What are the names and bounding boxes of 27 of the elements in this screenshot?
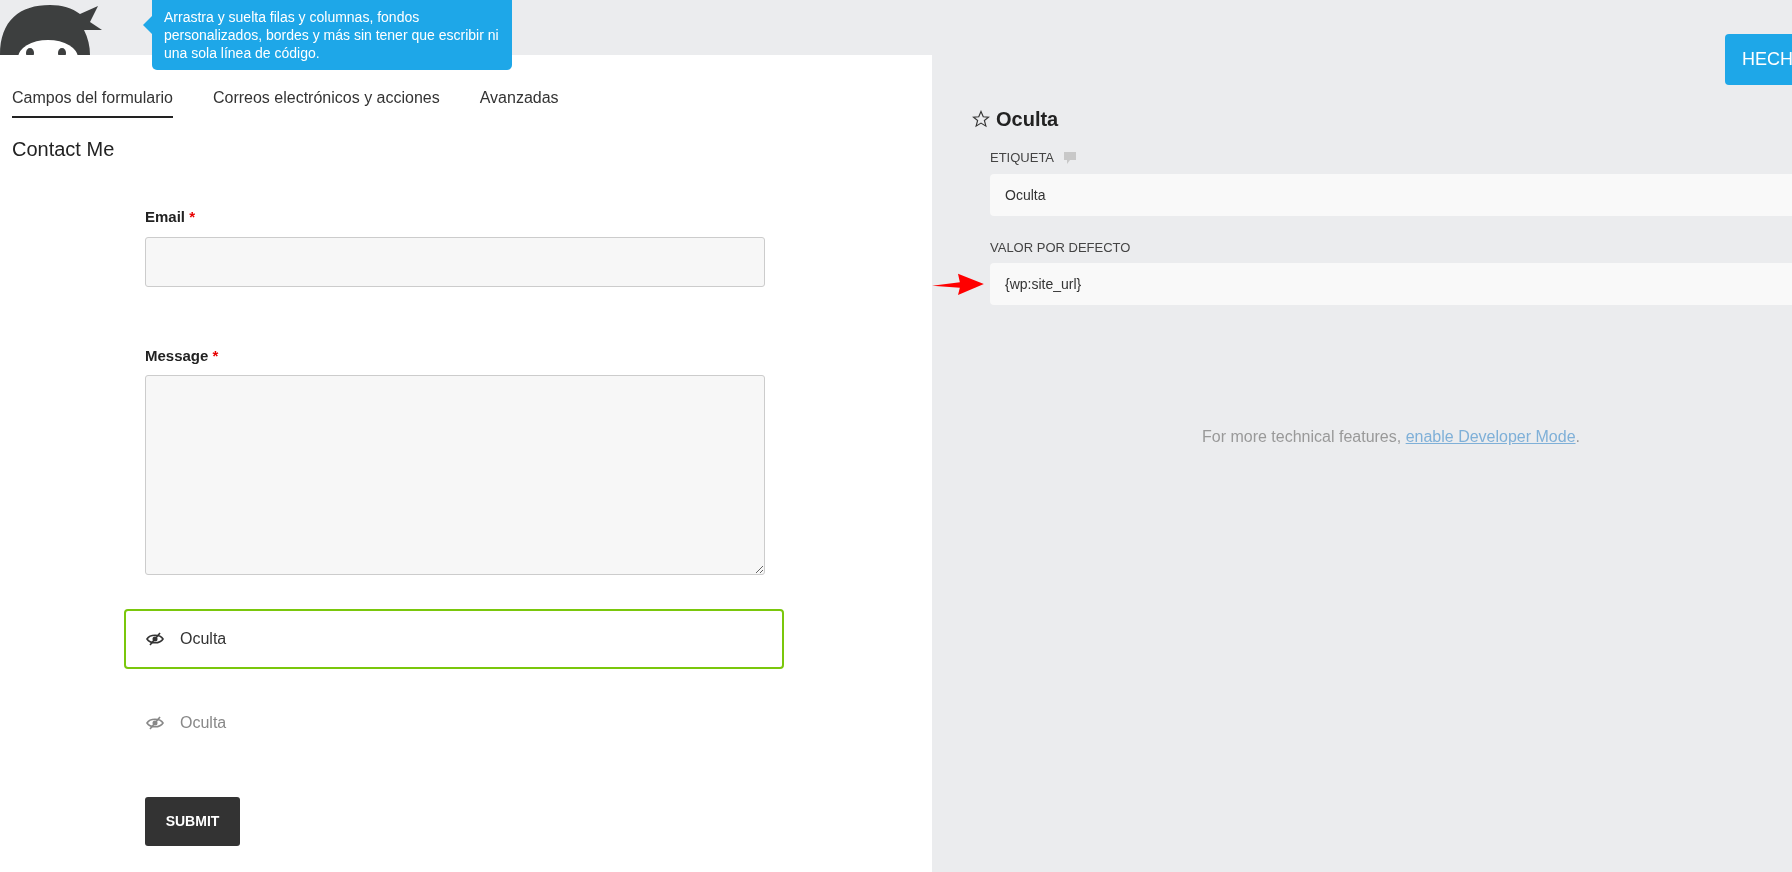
- settings-title: Oculta: [996, 107, 1059, 132]
- field-label: VALOR POR DEFECTO: [990, 238, 1131, 257]
- email-field[interactable]: [145, 236, 765, 287]
- text-field[interactable]: Oculta: [990, 173, 1792, 216]
- field-label: Email: [145, 208, 186, 225]
- required-mark: *: [189, 208, 196, 225]
- tooltip-pointer: [143, 16, 152, 34]
- star-icon[interactable]: [972, 110, 990, 128]
- eye-slash-icon: [146, 632, 164, 646]
- tab[interactable]: Avanzadas: [479, 85, 559, 118]
- form-title: Contact Me: [12, 137, 116, 162]
- tab[interactable]: Correos electrónicos y acciones: [212, 85, 440, 118]
- field-label: Oculta: [180, 629, 227, 649]
- submit-button[interactable]: SUBMIT: [145, 797, 240, 846]
- field-label: Message: [145, 346, 209, 364]
- required-mark: *: [212, 346, 219, 364]
- hidden-field[interactable]: Oculta: [124, 609, 784, 669]
- hidden-field[interactable]: Oculta: [124, 693, 784, 753]
- text-field[interactable]: {wp:site_url}: [990, 263, 1792, 305]
- tab[interactable]: Campos del formulario: [12, 85, 173, 118]
- comment-icon[interactable]: [1064, 151, 1077, 164]
- tooltip: Arrastra y suelta filas y columnas, fondos personalizados, bordes y más sin tener que escribir ni una sola línea de código.: [152, 0, 512, 70]
- field-label: ETIQUETA: [990, 149, 1055, 167]
- note-text: For more technical features, enable Developer Mode.: [1202, 428, 1580, 445]
- eye-slash-icon: [146, 716, 164, 730]
- field-label: Oculta: [180, 713, 227, 733]
- message-field[interactable]: [145, 375, 765, 575]
